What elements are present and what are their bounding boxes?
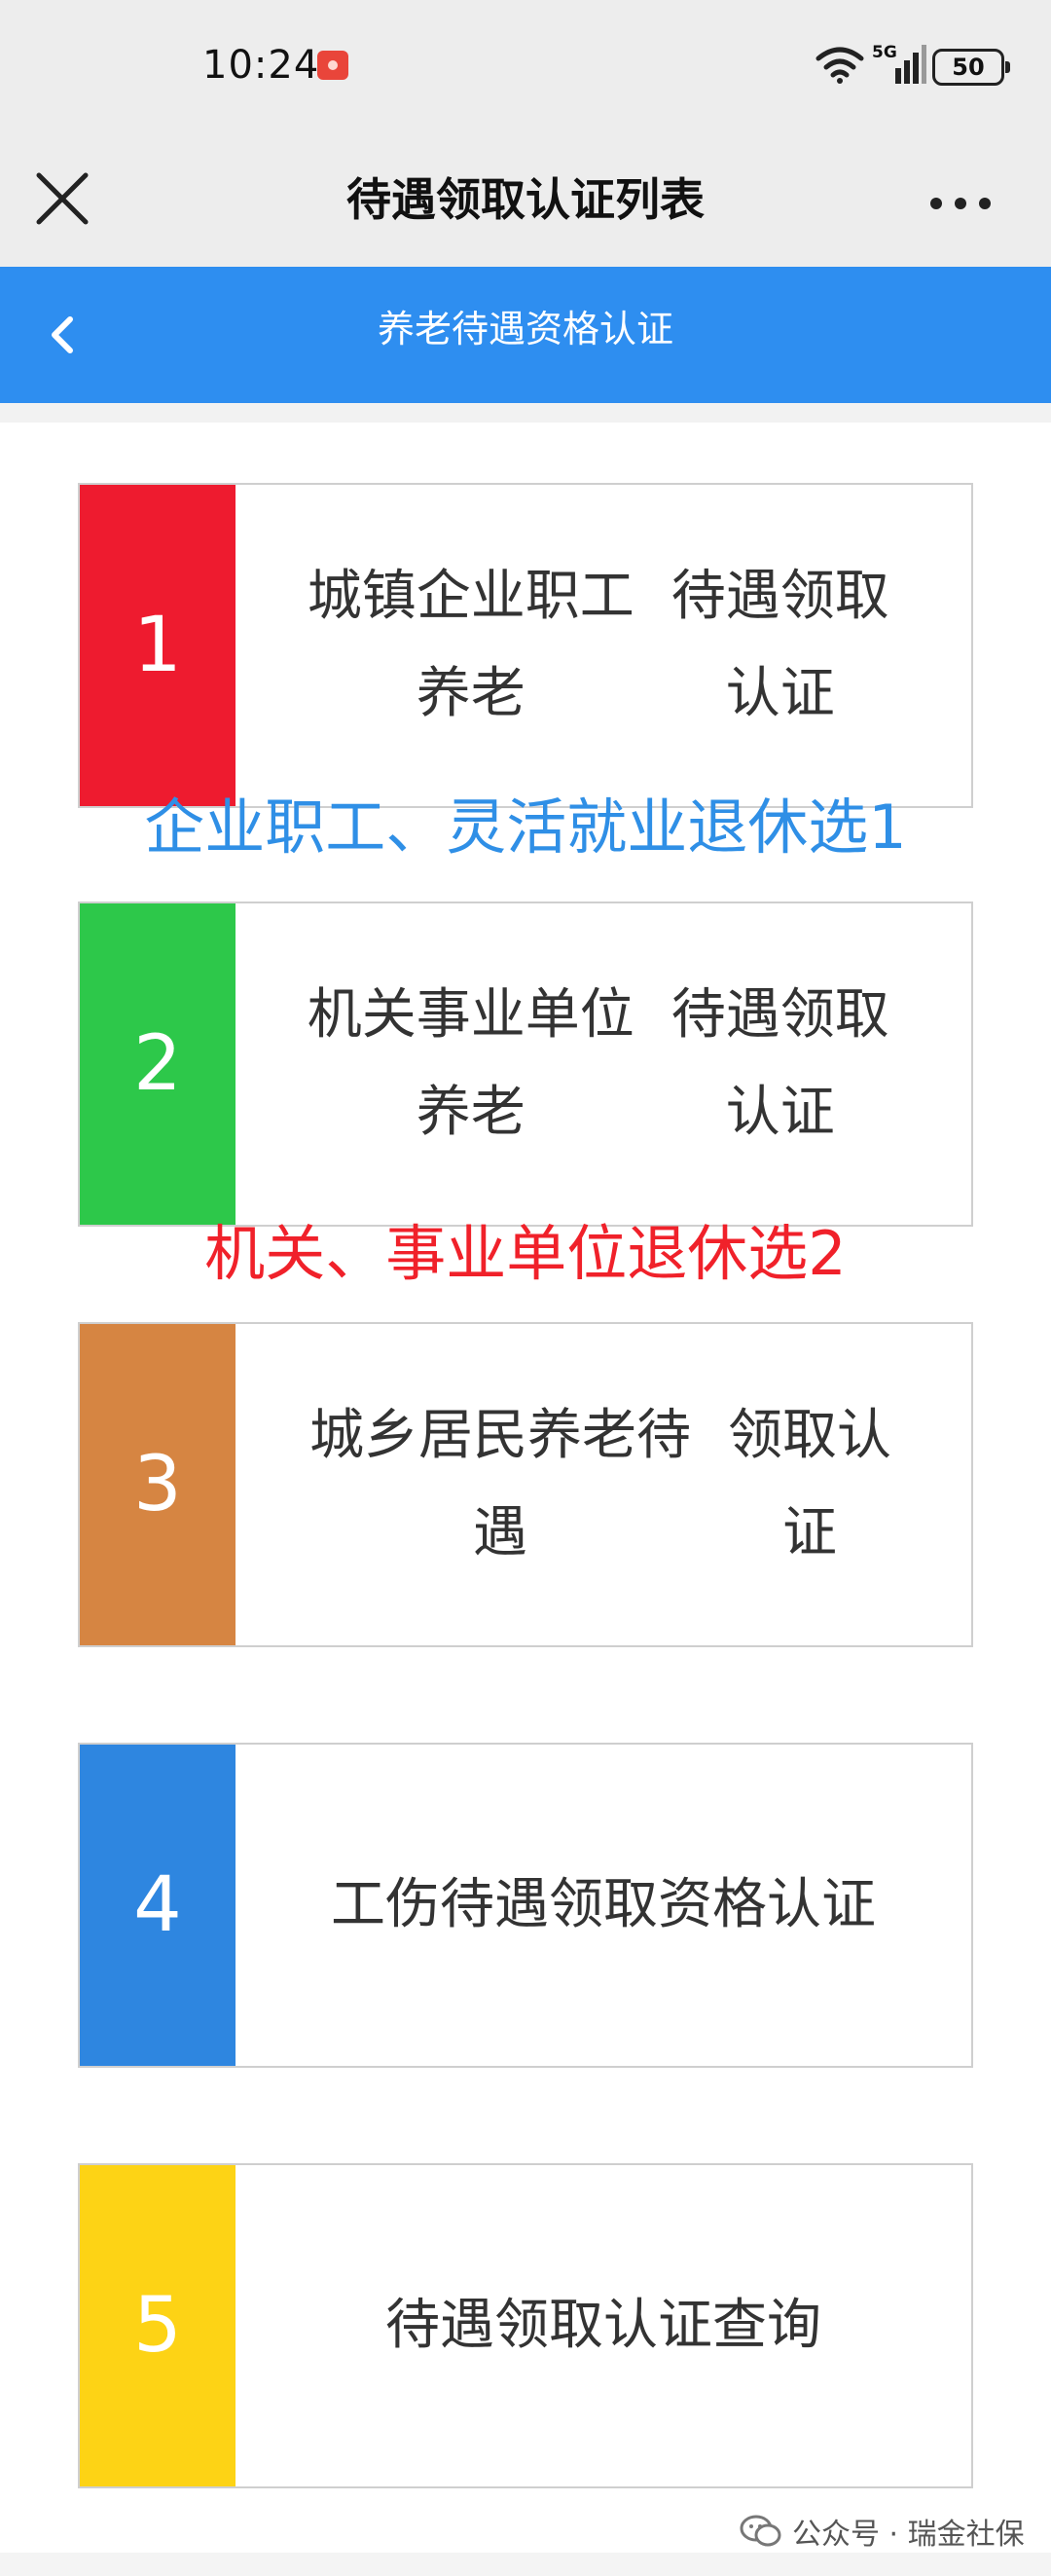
option-label-line: 待遇领取认证 [670, 565, 889, 725]
option-number-box: 5 [80, 2165, 236, 2486]
option-label: 待遇领取认证查询 [236, 2165, 971, 2486]
header-title: 养老待遇资格认证 [377, 308, 673, 350]
option-label-line: 城镇企业职工养老 [307, 565, 634, 725]
option-number-box: 1 [80, 485, 236, 806]
red-packet-notification-icon [317, 51, 348, 80]
option-number-box: 2 [80, 903, 236, 1225]
section-header: 养老待遇资格认证 [0, 267, 1051, 403]
option-number-box: 4 [80, 1745, 236, 2066]
option-label-line: 领取认证 [728, 1404, 891, 1564]
option-label: 城镇企业职工养老 待遇领取认证 [236, 485, 971, 806]
bottom-strip [0, 2553, 1051, 2576]
annotation-option-1: 企业职工、灵活就业退休选1 [144, 791, 907, 863]
option-label: 城乡居民养老待遇 领取认证 [236, 1324, 971, 1645]
option-label: 工伤待遇领取资格 认证 [236, 1745, 971, 2066]
status-bar: 10:24 5G 50 [0, 0, 1051, 136]
header-divider [0, 403, 1051, 423]
option-number-box: 3 [80, 1324, 236, 1645]
watermark: 公众号 · 瑞金社保 [740, 2510, 1025, 2553]
battery-indicator: 50 [932, 49, 1010, 86]
option-label-line: 机关事业单位养老 [307, 983, 634, 1144]
network-type-label: 5G [872, 43, 897, 62]
annotation-option-2: 机关、事业单位退休选2 [204, 1218, 847, 1289]
page-title: 待遇领取认证列表 [346, 173, 705, 226]
option-card-1[interactable]: 1 城镇企业职工养老 待遇领取认证 [78, 483, 973, 808]
close-icon[interactable] [29, 166, 97, 234]
option-card-2[interactable]: 2 机关事业单位养老 待遇领取认证 [78, 902, 973, 1227]
option-label-line: 待遇领取认证查询 [385, 2294, 821, 2357]
option-label-line: 待遇领取认证 [670, 983, 889, 1144]
title-bar: 待遇领取认证列表 [0, 136, 1051, 267]
option-label: 机关事业单位养老 待遇领取认证 [236, 903, 971, 1225]
option-label-line: 认证 [767, 1873, 876, 1936]
option-label-line: 城乡居民养老待遇 [309, 1404, 691, 1564]
option-card-3[interactable]: 3 城乡居民养老待遇 领取认证 [78, 1322, 973, 1647]
option-card-5[interactable]: 5 待遇领取认证查询 [78, 2163, 973, 2488]
status-time: 10:24 [202, 43, 320, 88]
option-card-4[interactable]: 4 工伤待遇领取资格 认证 [78, 1743, 973, 2068]
wechat-icon [740, 2515, 781, 2547]
option-label-line: 工伤待遇领取资格 [331, 1873, 767, 1936]
wifi-icon [815, 47, 864, 84]
more-options-icon[interactable] [926, 179, 995, 228]
watermark-text: 公众号 · 瑞金社保 [792, 2518, 1025, 2552]
